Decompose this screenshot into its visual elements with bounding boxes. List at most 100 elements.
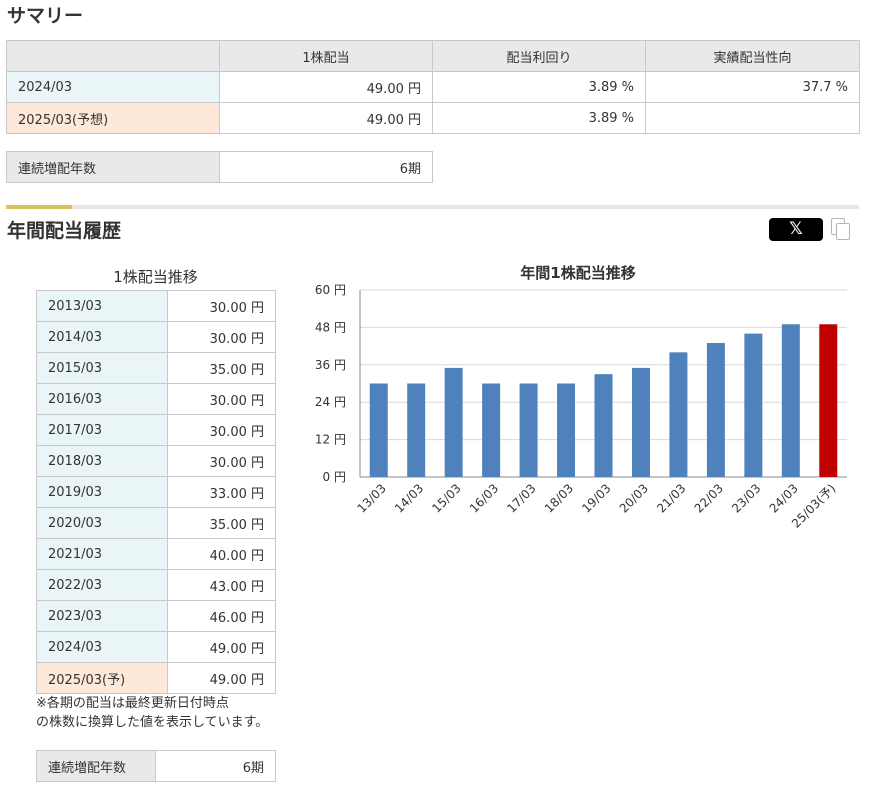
chart-ytick-label: 12 円 (315, 433, 346, 447)
history-period: 2013/03 (36, 290, 168, 322)
history-row: 2017/03 30.00 円 (36, 414, 276, 446)
history-row: 2013/03 30.00 円 (36, 290, 276, 322)
chart-xtick-label: 13/03 (354, 481, 388, 515)
history-value: 30.00 円 (167, 321, 276, 353)
chart-ytick-label: 60 円 (315, 283, 346, 297)
history-value: 30.00 円 (167, 290, 276, 322)
history-value: 35.00 円 (167, 507, 276, 539)
history-note-line1: ※各期の配当は最終更新日付時点 (36, 696, 229, 711)
history-row: 2020/03 35.00 円 (36, 507, 276, 539)
chart-xtick-label: 18/03 (542, 481, 576, 515)
summary-payout (645, 102, 860, 134)
history-value: 35.00 円 (167, 352, 276, 384)
history-period: 2015/03 (36, 352, 168, 384)
share-x-button[interactable]: 𝕏 (769, 218, 823, 241)
chart-xtick-label: 23/03 (729, 481, 763, 515)
history-period: 2016/03 (36, 383, 168, 415)
history-streak-table: 連続増配年数 6期 (36, 750, 276, 782)
summary-row-forecast: 2025/03(予想) 49.00 円 3.89 % (6, 102, 860, 134)
history-value: 30.00 円 (167, 414, 276, 446)
history-row: 2014/03 30.00 円 (36, 321, 276, 353)
history-title: 年間配当履歴 (7, 220, 122, 242)
history-note-line2: の株数に換算した値を表示しています。 (36, 715, 269, 730)
history-row: 2021/03 40.00 円 (36, 538, 276, 570)
x-logo-icon: 𝕏 (789, 219, 803, 239)
chart-ytick-label: 36 円 (315, 358, 346, 372)
history-period: 2023/03 (36, 600, 168, 632)
history-row: 2023/03 46.00 円 (36, 600, 276, 632)
history-row: 2016/03 30.00 円 (36, 383, 276, 415)
summary-dividend: 49.00 円 (219, 71, 433, 103)
history-value: 33.00 円 (167, 476, 276, 508)
summary-table: 1株配当 配当利回り 実績配当性向 2024/03 49.00 円 3.89 %… (6, 40, 860, 134)
summary-header-payout: 実績配当性向 (645, 40, 860, 72)
chart-bar (631, 367, 650, 477)
history-row: 2019/03 33.00 円 (36, 476, 276, 508)
summary-dividend: 49.00 円 (219, 102, 433, 134)
history-period: 2025/03(予) (36, 662, 168, 694)
history-value: 30.00 円 (167, 445, 276, 477)
summary-yield: 3.89 % (432, 102, 646, 134)
history-row: 2022/03 43.00 円 (36, 569, 276, 601)
history-value: 49.00 円 (167, 662, 276, 694)
chart-bar (744, 333, 763, 477)
history-period: 2024/03 (36, 631, 168, 663)
chart-xtick-label: 14/03 (392, 481, 426, 515)
chart-bar (444, 367, 463, 477)
history-period: 2022/03 (36, 569, 168, 601)
summary-payout: 37.7 % (645, 71, 860, 103)
history-period: 2014/03 (36, 321, 168, 353)
chart-bar (482, 383, 501, 477)
summary-period: 2024/03 (6, 71, 220, 103)
history-row: 2018/03 30.00 円 (36, 445, 276, 477)
history-table-caption: 1株配当推移 (113, 268, 198, 286)
summary-row-actual: 2024/03 49.00 円 3.89 % 37.7 % (6, 71, 860, 103)
chart-xtick-label: 22/03 (692, 481, 726, 515)
summary-streak-value: 6期 (219, 151, 433, 183)
chart-ytick-label: 0 円 (323, 470, 346, 484)
chart-xtick-label: 17/03 (504, 481, 538, 515)
history-value: 30.00 円 (167, 383, 276, 415)
history-row: 2025/03(予) 49.00 円 (36, 662, 276, 694)
copy-icon[interactable] (831, 218, 853, 242)
chart-xtick-label: 20/03 (617, 481, 651, 515)
history-note: ※各期の配当は最終更新日付時点 の株数に換算した値を表示しています。 (36, 694, 286, 732)
history-row: 2015/03 35.00 円 (36, 352, 276, 384)
history-value: 40.00 円 (167, 538, 276, 570)
chart-bar (781, 324, 800, 477)
history-period: 2019/03 (36, 476, 168, 508)
chart-bar (819, 324, 838, 477)
chart-bar (669, 352, 688, 477)
dividend-bar-chart: 年間1株配当推移 0 円 12 円 24 円 36 円 48 円 60 円 13/03 14… (315, 264, 847, 531)
summary-title: サマリー (7, 5, 84, 27)
chart-xtick-label: 16/03 (467, 481, 501, 515)
chart-bar (519, 383, 538, 477)
history-period: 2017/03 (36, 414, 168, 446)
history-period: 2018/03 (36, 445, 168, 477)
summary-streak-label: 連続増配年数 (6, 151, 220, 183)
history-value: 49.00 円 (167, 631, 276, 663)
chart-title: 年間1株配当推移 (520, 264, 635, 282)
chart-ytick-label: 24 円 (315, 395, 346, 409)
section-divider (6, 205, 859, 209)
summary-period: 2025/03(予想) (6, 102, 220, 134)
summary-header-yield: 配当利回り (432, 40, 646, 72)
summary-streak-table: 連続増配年数 6期 (6, 151, 433, 183)
chart-xtick-label: 15/03 (429, 481, 463, 515)
chart-xtick-label: 21/03 (654, 481, 688, 515)
summary-header-row: 1株配当 配当利回り 実績配当性向 (6, 40, 860, 72)
summary-header-dividend: 1株配当 (219, 40, 433, 72)
history-streak-label: 連続増配年数 (36, 750, 156, 782)
history-streak-value: 6期 (155, 750, 276, 782)
history-table: 2013/03 30.00 円 2014/03 30.00 円 2015/03 35.00… (36, 290, 276, 694)
summary-yield: 3.89 % (432, 71, 646, 103)
history-value: 43.00 円 (167, 569, 276, 601)
history-row: 2024/03 49.00 円 (36, 631, 276, 663)
chart-xtick-label: 19/03 (579, 481, 613, 515)
chart-bar (369, 383, 388, 477)
chart-bar (594, 374, 613, 477)
history-value: 46.00 円 (167, 600, 276, 632)
history-period: 2020/03 (36, 507, 168, 539)
summary-header-blank (6, 40, 220, 72)
history-period: 2021/03 (36, 538, 168, 570)
